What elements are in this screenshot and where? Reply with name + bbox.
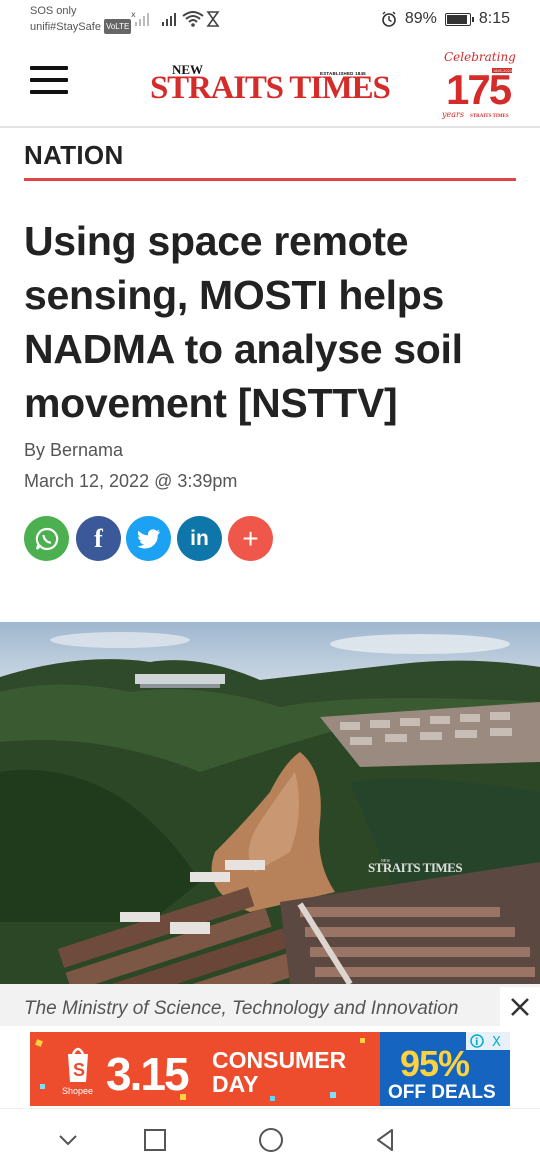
svg-text:S: S <box>73 1060 85 1080</box>
back-icon[interactable] <box>370 1125 400 1155</box>
article-photo[interactable]: NEW STRAITS TIMES <box>0 622 540 984</box>
whatsapp-share-button[interactable] <box>24 516 69 561</box>
logo-wordmark: STRAITS TIMES <box>150 70 391 106</box>
ad-brand: Shopee <box>62 1086 93 1096</box>
site-logo[interactable]: NEW ESTABLISHED 1845 STRAITS TIMES <box>150 62 391 106</box>
battery-percent: 89% <box>404 10 437 27</box>
photo-watermark: STRAITS TIMES <box>368 860 462 875</box>
ad-promo-number: 3.15 <box>106 1048 189 1100</box>
ad-discount: 95% <box>400 1043 470 1084</box>
more-share-button[interactable]: + <box>228 516 273 561</box>
carrier-line-2: unifi#StaySafe <box>30 21 101 33</box>
adchoices-icon: i <box>475 1037 478 1048</box>
ad-discount-label: OFF DEALS <box>388 1082 496 1103</box>
ad-promo-line2: DAY <box>212 1071 258 1097</box>
menu-icon[interactable] <box>30 66 68 94</box>
volte-badge: VoLTE <box>103 19 132 34</box>
landslide-photo: NEW STRAITS TIMES <box>0 622 540 984</box>
linkedin-share-button[interactable]: in <box>177 516 222 561</box>
badge-range: 1845-2020 <box>493 69 512 73</box>
shopee-ad: S Shopee 3.15 CONSUMER DAY 95% OFF DEALS… <box>30 1032 510 1106</box>
badge-number: 175 <box>446 66 512 113</box>
linkedin-icon: in <box>190 526 209 550</box>
carrier-line-1: SOS only <box>30 5 77 17</box>
system-nav-bar <box>0 1108 540 1170</box>
photo-caption: The Ministry of Science, Technology and … <box>24 998 459 1019</box>
badge-wordmark: STRAITS TIMES <box>470 114 509 119</box>
hourglass-icon <box>206 11 220 27</box>
wifi-icon <box>182 11 204 27</box>
ad-banner[interactable]: S Shopee 3.15 CONSUMER DAY 95% OFF DEALS… <box>30 1032 510 1106</box>
anniversary-badge: Celebrating 175 1845-2020 years STRAITS … <box>441 50 516 119</box>
status-bar: SOS only unifi#StaySafe VoLTE x 89% 8:15 <box>0 0 540 40</box>
signal-icon: x <box>131 10 149 26</box>
alarm-icon <box>382 11 396 27</box>
carrier-info: SOS only unifi#StaySafe VoLTE <box>30 4 132 35</box>
badge-years: years <box>441 110 464 119</box>
section-divider <box>24 178 516 181</box>
recents-icon[interactable] <box>140 1125 170 1155</box>
section-label[interactable]: NATION <box>24 140 124 171</box>
status-right: 89% 8:15 <box>381 10 510 28</box>
svg-text:x: x <box>131 10 136 19</box>
site-header: NEW ESTABLISHED 1845 STRAITS TIMES Celeb… <box>0 40 540 128</box>
ad-promo-line1: CONSUMER <box>212 1047 347 1073</box>
battery-icon <box>444 12 474 26</box>
close-ad-button[interactable] <box>500 987 540 1027</box>
article-byline: By Bernama <box>24 440 124 460</box>
close-icon <box>511 998 529 1016</box>
article-date: March 12, 2022 @ 3:39pm <box>24 471 238 491</box>
photo-caption-bar: The Ministry of Science, Technology and … <box>0 984 540 1026</box>
facebook-share-button[interactable]: f <box>76 516 121 561</box>
chevron-down-icon[interactable] <box>53 1125 83 1155</box>
clock: 8:15 <box>478 10 510 27</box>
whatsapp-icon <box>35 527 58 550</box>
twitter-share-button[interactable] <box>126 516 171 561</box>
article-headline: Using space remote sensing, MOSTI helps … <box>24 218 463 426</box>
home-icon[interactable] <box>256 1125 286 1155</box>
ad-close-icon: X <box>492 1035 501 1050</box>
plus-icon: + <box>242 522 259 554</box>
badge-celebrating: Celebrating <box>444 50 516 64</box>
signal-icon-2 <box>162 13 176 26</box>
facebook-icon: f <box>94 523 103 553</box>
twitter-icon <box>137 528 160 548</box>
